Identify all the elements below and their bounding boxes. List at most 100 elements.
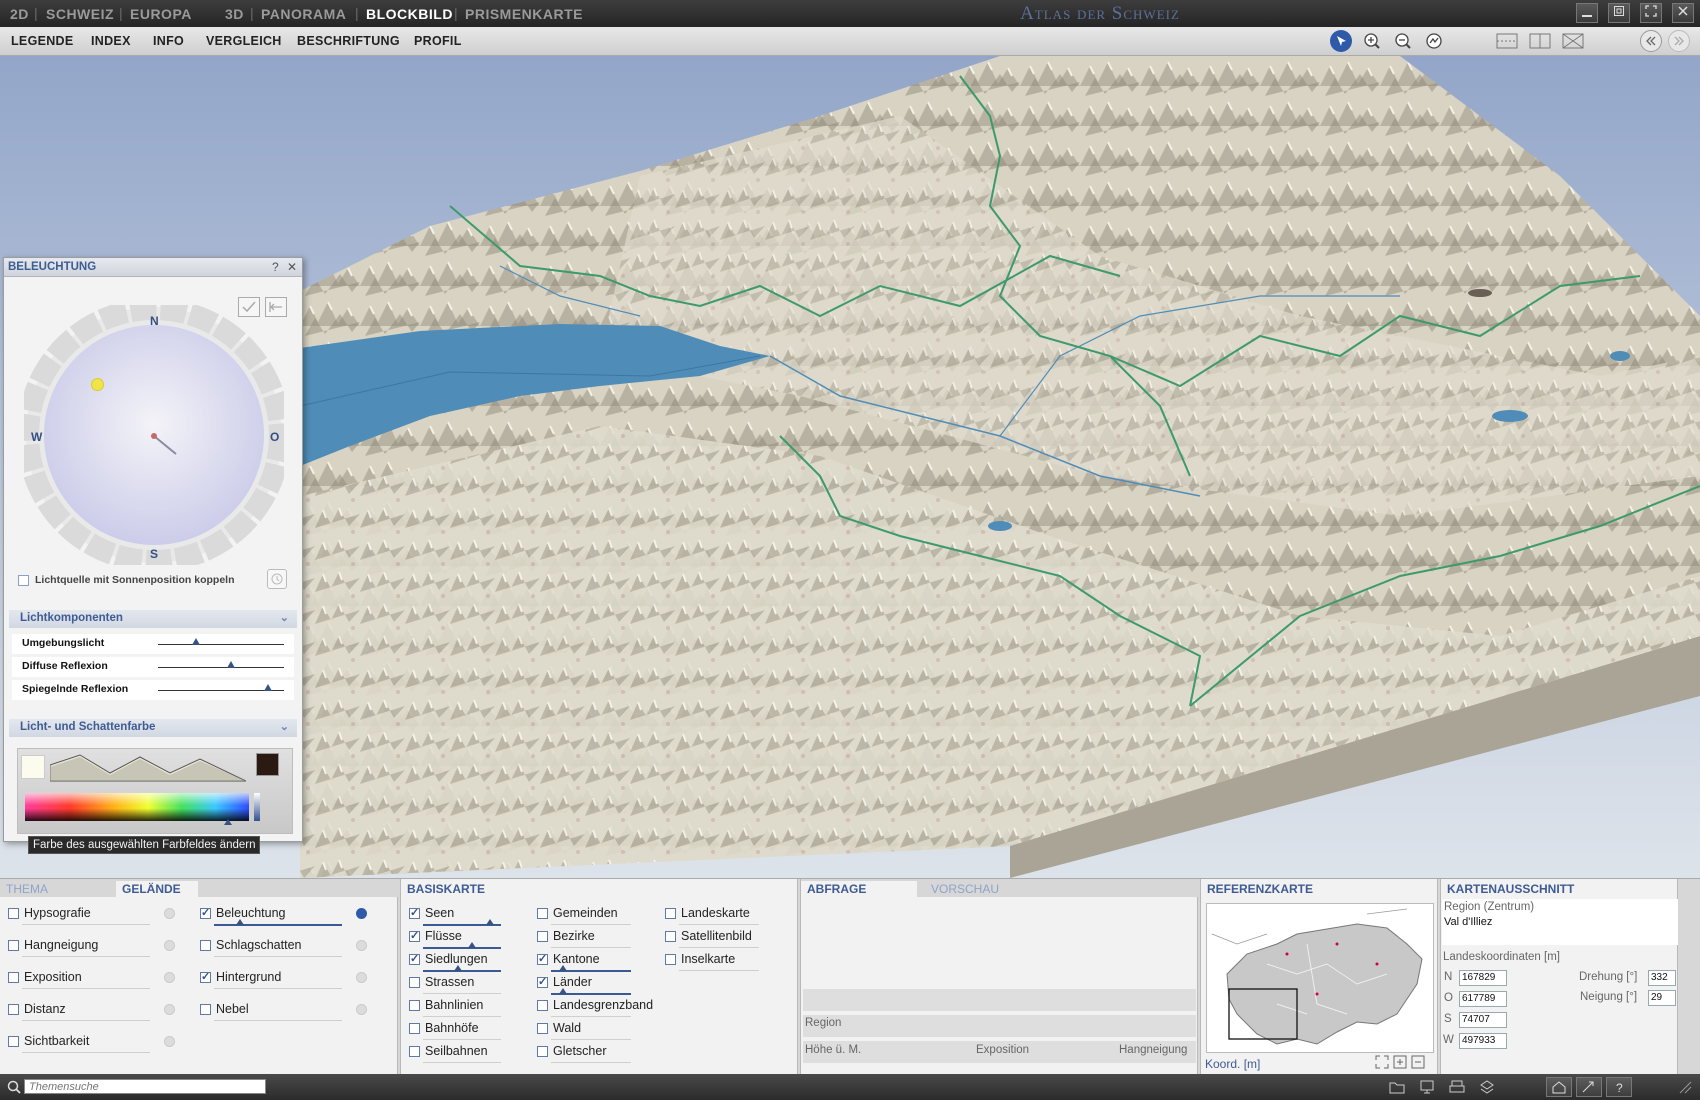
checkbox[interactable]: ✓ [409, 908, 420, 919]
help-icon[interactable]: ? [272, 260, 279, 274]
color-spectrum[interactable] [25, 793, 249, 821]
collapse-right-button[interactable] [1668, 30, 1690, 52]
opacity-slider-thumb[interactable] [486, 919, 495, 925]
option-gemeinden[interactable]: Gemeinden [537, 906, 657, 928]
option-siedlungen[interactable]: ✓ Siedlungen [409, 952, 527, 974]
section-licht-schattenfarbe[interactable]: Licht- und Schattenfarbe ⌄ [9, 719, 297, 737]
opacity-slider-thumb[interactable] [559, 988, 567, 994]
option-distanz[interactable]: Distanz [8, 1002, 176, 1024]
checkbox[interactable]: ✓ [200, 972, 211, 983]
print-button[interactable] [1444, 1077, 1470, 1097]
expand-icon[interactable] [1375, 1055, 1389, 1069]
option-settings-dot[interactable] [356, 972, 367, 983]
mode-blockbild[interactable]: BLOCKBILD [366, 6, 453, 22]
checkbox[interactable]: ✓ [409, 931, 420, 942]
close-window-button[interactable] [1672, 3, 1694, 23]
opacity-slider-track[interactable] [423, 947, 501, 949]
zoom-out-button[interactable] [1392, 30, 1414, 52]
menu-legende[interactable]: LEGENDE [11, 34, 74, 48]
menu-info[interactable]: INFO [153, 34, 184, 48]
option-settings-dot[interactable] [356, 908, 367, 919]
option-beleuchtung[interactable]: ✓ Beleuchtung [200, 906, 368, 928]
restore-button[interactable] [1608, 3, 1630, 23]
option-gletscher[interactable]: Gletscher [537, 1044, 657, 1066]
minimize-button[interactable] [1576, 3, 1598, 23]
tab-abfrage[interactable]: ABFRAGE [801, 881, 917, 897]
slider-umgebungslicht[interactable]: Umgebungslicht [12, 634, 294, 654]
option-landeskarte[interactable]: Landeskarte [665, 906, 785, 928]
home-button[interactable] [1546, 1077, 1572, 1097]
option-flüsse[interactable]: ✓ Flüsse [409, 929, 527, 951]
fullscreen-button[interactable] [1640, 3, 1662, 23]
zoom-in-button[interactable] [1361, 30, 1383, 52]
checkbox[interactable]: ✓ [537, 954, 548, 965]
option-inselkarte[interactable]: Inselkarte [665, 952, 785, 974]
checkbox[interactable] [409, 1046, 420, 1057]
option-settings-dot[interactable] [164, 908, 175, 919]
menu-beschriftung[interactable]: BESCHRIFTUNG [297, 34, 400, 48]
mode-3d[interactable]: 3D [225, 6, 244, 22]
checkbox[interactable] [665, 931, 676, 942]
option-seen[interactable]: ✓ Seen [409, 906, 527, 928]
slider-thumb[interactable] [263, 684, 272, 691]
checkbox[interactable] [8, 1004, 19, 1015]
checkbox[interactable] [537, 1023, 548, 1034]
checkbox[interactable] [8, 940, 19, 951]
split-vertical-button[interactable] [1528, 31, 1552, 51]
opacity-slider-thumb[interactable] [468, 942, 477, 948]
light-direction-compass[interactable]: N S W O [17, 298, 291, 572]
pointer-tool-button[interactable] [1330, 30, 1352, 52]
menu-index[interactable]: INDEX [91, 34, 131, 48]
checkbox[interactable] [537, 1046, 548, 1057]
checkbox[interactable] [409, 977, 420, 988]
coord-s-field[interactable]: 74707 [1459, 1012, 1507, 1028]
mode-panorama[interactable]: PANORAMA [261, 6, 346, 22]
option-bahnlinien[interactable]: Bahnlinien [409, 998, 527, 1020]
slider-diffuse-reflexion[interactable]: Diffuse Reflexion [12, 657, 294, 677]
tab-gelaende[interactable]: GELÄNDE [116, 881, 198, 897]
export-button[interactable] [1474, 1077, 1500, 1097]
mode-schweiz[interactable]: SCHWEIZ [46, 6, 114, 22]
coord-w-field[interactable]: 497933 [1459, 1033, 1507, 1049]
opacity-slider-track[interactable] [214, 924, 342, 926]
open-folder-button[interactable] [1384, 1077, 1410, 1097]
mode-prismenkarte[interactable]: PRISMENKARTE [465, 6, 583, 22]
light-color-swatch[interactable] [21, 755, 45, 779]
option-landesgrenzband[interactable]: Landesgrenzband [537, 998, 657, 1020]
menu-vergleich[interactable]: VERGLEICH [206, 34, 282, 48]
option-settings-dot[interactable] [356, 940, 367, 951]
option-settings-dot[interactable] [164, 972, 175, 983]
checkbox[interactable] [200, 940, 211, 951]
option-seilbahnen[interactable]: Seilbahnen [409, 1044, 527, 1066]
spectrum-thumb[interactable] [224, 819, 232, 825]
checkbox[interactable] [8, 1036, 19, 1047]
zoom-out-small-icon[interactable] [1411, 1055, 1425, 1069]
option-bahnhöfe[interactable]: Bahnhöfe [409, 1021, 527, 1043]
lighting-panel-header[interactable]: BELEUCHTUNG ? ✕ [4, 258, 302, 277]
drehung-field[interactable]: 332 [1648, 970, 1676, 986]
reference-map[interactable] [1206, 903, 1434, 1053]
checkbox[interactable] [665, 954, 676, 965]
checkbox[interactable] [537, 908, 548, 919]
option-hangneigung[interactable]: Hangneigung [8, 938, 176, 960]
checkbox[interactable] [409, 1023, 420, 1034]
neigung-field[interactable]: 29 [1648, 990, 1676, 1006]
coord-o-field[interactable]: 617789 [1459, 991, 1507, 1007]
brightness-slider[interactable] [254, 793, 260, 821]
option-hintergrund[interactable]: ✓ Hintergrund [200, 970, 368, 992]
tab-thema[interactable]: THEMA [0, 881, 54, 897]
coord-n-field[interactable]: 167829 [1459, 970, 1507, 986]
option-länder[interactable]: ✓ Länder [537, 975, 657, 997]
checkbox[interactable] [537, 931, 548, 942]
option-kantone[interactable]: ✓ Kantone [537, 952, 657, 974]
opacity-slider-thumb[interactable] [454, 965, 463, 971]
sun-position-button[interactable] [267, 569, 287, 589]
checkbox[interactable] [537, 1000, 548, 1011]
mode-europa[interactable]: EUROPA [130, 6, 192, 22]
option-nebel[interactable]: Nebel [200, 1002, 368, 1024]
option-wald[interactable]: Wald [537, 1021, 657, 1043]
checkbox[interactable]: ✓ [200, 908, 211, 919]
section-lichtkomponenten[interactable]: Lichtkomponenten ⌄ [9, 610, 297, 628]
menu-profil[interactable]: PROFIL [414, 34, 462, 48]
themensuche-input[interactable] [24, 1079, 266, 1094]
